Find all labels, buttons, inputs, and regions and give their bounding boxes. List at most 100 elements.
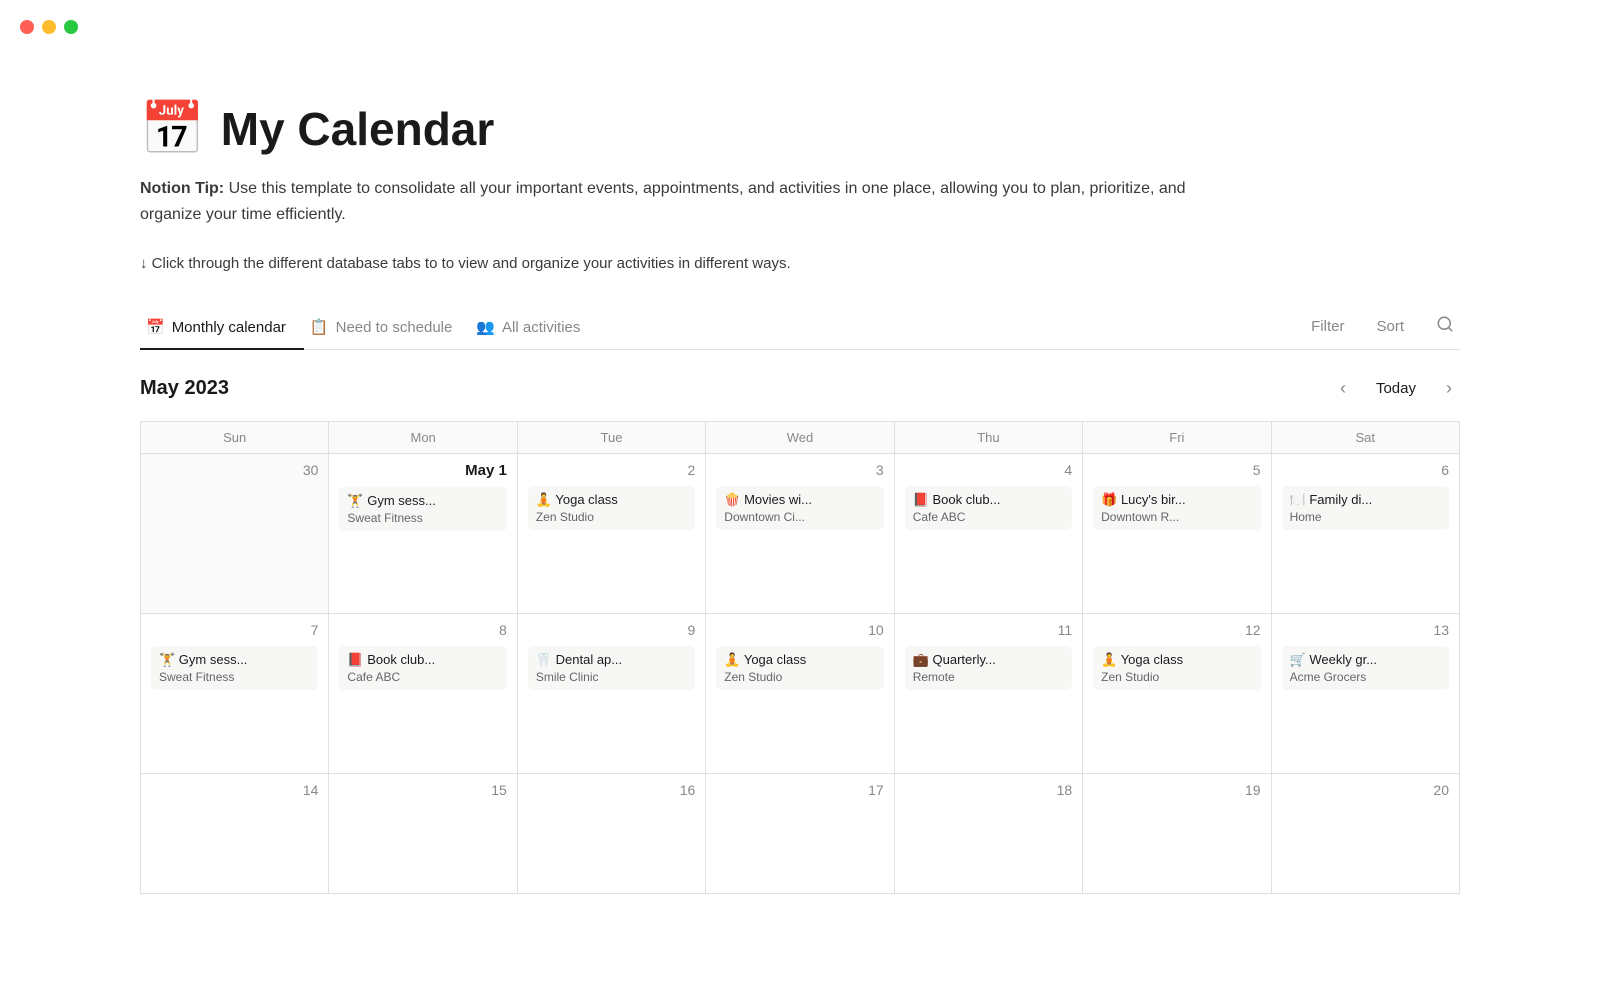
- tab-monthly-calendar-label: Monthly calendar: [172, 319, 286, 336]
- calendar-weeks: 30 May 1 🏋️ Gym sess... Sweat Fitness 2 …: [141, 454, 1460, 894]
- cal-date: 16: [528, 782, 695, 798]
- cal-date: 2: [528, 462, 695, 478]
- page-icon: 📅: [140, 103, 205, 155]
- cal-cell-may9: 9 🦷 Dental ap... Smile Clinic: [518, 614, 706, 774]
- calendar-week-2: 7 🏋️ Gym sess... Sweat Fitness 8 📕 Book …: [141, 614, 1460, 774]
- cal-event[interactable]: 🏋️ Gym sess... Sweat Fitness: [151, 646, 318, 690]
- notion-tip-label: Notion Tip:: [140, 180, 224, 197]
- cal-event-title: 📕 Book club...: [347, 652, 498, 668]
- cal-event-sub: Remote: [913, 670, 1064, 684]
- tab-need-to-schedule[interactable]: 📋 Need to schedule: [304, 308, 470, 350]
- people-icon: 👥: [476, 318, 495, 336]
- cal-event-sub: Sweat Fitness: [347, 511, 498, 525]
- tabs-right: Filter Sort: [1305, 311, 1460, 346]
- cal-date: 8: [339, 622, 506, 638]
- calendar-day-headers: Sun Mon Tue Wed Thu Fri Sat: [141, 422, 1460, 454]
- prev-month-button[interactable]: ‹: [1332, 374, 1354, 403]
- cal-event[interactable]: 🧘 Yoga class Zen Studio: [528, 486, 695, 530]
- cal-date: 7: [151, 622, 318, 638]
- today-button[interactable]: Today: [1366, 376, 1426, 401]
- cal-date: 30: [151, 462, 318, 478]
- tabs-left: 📅 Monthly calendar 📋 Need to schedule 👥 …: [140, 308, 1305, 349]
- cal-event-sub: Downtown R...: [1101, 510, 1252, 524]
- cal-event-sub: Zen Studio: [724, 670, 875, 684]
- tab-all-activities[interactable]: 👥 All activities: [470, 308, 598, 350]
- cal-cell-may1: May 1 🏋️ Gym sess... Sweat Fitness: [329, 454, 517, 614]
- notion-tip-body: Use this template to consolidate all you…: [140, 180, 1186, 223]
- cal-cell-may12: 12 🧘 Yoga class Zen Studio: [1083, 614, 1271, 774]
- filter-button[interactable]: Filter: [1305, 314, 1350, 339]
- cal-event-title: 🧘 Yoga class: [536, 492, 687, 508]
- day-header-sat: Sat: [1272, 422, 1460, 454]
- cal-date: 4: [905, 462, 1072, 478]
- cal-date: 3: [716, 462, 883, 478]
- title-bar: [0, 0, 1600, 42]
- cal-cell-may6: 6 🍽️ Family di... Home: [1272, 454, 1460, 614]
- cal-event[interactable]: 🏋️ Gym sess... Sweat Fitness: [339, 487, 506, 531]
- cal-event[interactable]: 🧘 Yoga class Zen Studio: [716, 646, 883, 690]
- cal-event[interactable]: 🛒 Weekly gr... Acme Grocers: [1282, 646, 1449, 690]
- cal-cell-may4: 4 📕 Book club... Cafe ABC: [895, 454, 1083, 614]
- cal-cell-may16: 16: [518, 774, 706, 894]
- cal-event-title: 📕 Book club...: [913, 492, 1064, 508]
- cal-event[interactable]: 🍿 Movies wi... Downtown Ci...: [716, 486, 883, 530]
- page-content: 📅 My Calendar Notion Tip: Use this templ…: [0, 42, 1600, 934]
- cal-cell-may14: 14: [141, 774, 329, 894]
- search-button[interactable]: [1430, 311, 1460, 342]
- calendar-header: May 2023 ‹ Today ›: [140, 350, 1460, 421]
- cal-cell-may18: 18: [895, 774, 1083, 894]
- cal-date: 13: [1282, 622, 1449, 638]
- cal-event-sub: Zen Studio: [536, 510, 687, 524]
- calendar-month-title: May 2023: [140, 377, 229, 400]
- cal-cell-may8: 8 📕 Book club... Cafe ABC: [329, 614, 517, 774]
- cal-event[interactable]: 🍽️ Family di... Home: [1282, 486, 1449, 530]
- cal-event-title: 🎁 Lucy's bir...: [1101, 492, 1252, 508]
- cal-event-title: 🍽️ Family di...: [1290, 492, 1441, 508]
- cal-event[interactable]: 📕 Book club... Cafe ABC: [905, 486, 1072, 530]
- cal-event-title: 🏋️ Gym sess...: [347, 493, 498, 509]
- cal-cell-may10: 10 🧘 Yoga class Zen Studio: [706, 614, 894, 774]
- cal-event-sub: Acme Grocers: [1290, 670, 1441, 684]
- cal-event[interactable]: 🦷 Dental ap... Smile Clinic: [528, 646, 695, 690]
- tab-all-activities-label: All activities: [502, 319, 580, 336]
- cal-event-title: 🛒 Weekly gr...: [1290, 652, 1441, 668]
- cal-event-title: 💼 Quarterly...: [913, 652, 1064, 668]
- cal-event-sub: Smile Clinic: [536, 670, 687, 684]
- cal-cell-may17: 17: [706, 774, 894, 894]
- tab-monthly-calendar[interactable]: 📅 Monthly calendar: [140, 308, 304, 350]
- maximize-button[interactable]: [64, 20, 78, 34]
- click-tip: ↓ Click through the different database t…: [140, 255, 1460, 272]
- cal-cell-apr30: 30: [141, 454, 329, 614]
- cal-cell-may3: 3 🍿 Movies wi... Downtown Ci...: [706, 454, 894, 614]
- cal-event-title: 🧘 Yoga class: [724, 652, 875, 668]
- calendar-grid: Sun Mon Tue Wed Thu Fri Sat 30 May 1 🏋️ …: [140, 421, 1460, 894]
- close-button[interactable]: [20, 20, 34, 34]
- cal-date: 12: [1093, 622, 1260, 638]
- cal-event[interactable]: 🧘 Yoga class Zen Studio: [1093, 646, 1260, 690]
- sort-button[interactable]: Sort: [1370, 314, 1410, 339]
- next-month-button[interactable]: ›: [1438, 374, 1460, 403]
- cal-cell-may5: 5 🎁 Lucy's bir... Downtown R...: [1083, 454, 1271, 614]
- page-header: 📅 My Calendar: [140, 102, 1460, 156]
- cal-event-sub: Downtown Ci...: [724, 510, 875, 524]
- notion-tip: Notion Tip: Use this template to consoli…: [140, 176, 1240, 227]
- day-header-thu: Thu: [895, 422, 1083, 454]
- day-header-wed: Wed: [706, 422, 894, 454]
- cal-event-sub: Sweat Fitness: [159, 670, 310, 684]
- cal-event[interactable]: 🎁 Lucy's bir... Downtown R...: [1093, 486, 1260, 530]
- cal-event[interactable]: 💼 Quarterly... Remote: [905, 646, 1072, 690]
- minimize-button[interactable]: [42, 20, 56, 34]
- cal-event[interactable]: 📕 Book club... Cafe ABC: [339, 646, 506, 690]
- calendar-nav: ‹ Today ›: [1332, 374, 1460, 403]
- cal-cell-may13: 13 🛒 Weekly gr... Acme Grocers: [1272, 614, 1460, 774]
- cal-date: 5: [1093, 462, 1260, 478]
- day-header-fri: Fri: [1083, 422, 1271, 454]
- cal-date: 9: [528, 622, 695, 638]
- cal-event-sub: Cafe ABC: [913, 510, 1064, 524]
- cal-event-title: 🧘 Yoga class: [1101, 652, 1252, 668]
- cal-cell-may20: 20: [1272, 774, 1460, 894]
- tab-need-to-schedule-label: Need to schedule: [336, 319, 453, 336]
- cal-date: 14: [151, 782, 318, 798]
- calendar-week-1: 30 May 1 🏋️ Gym sess... Sweat Fitness 2 …: [141, 454, 1460, 614]
- cal-cell-may15: 15: [329, 774, 517, 894]
